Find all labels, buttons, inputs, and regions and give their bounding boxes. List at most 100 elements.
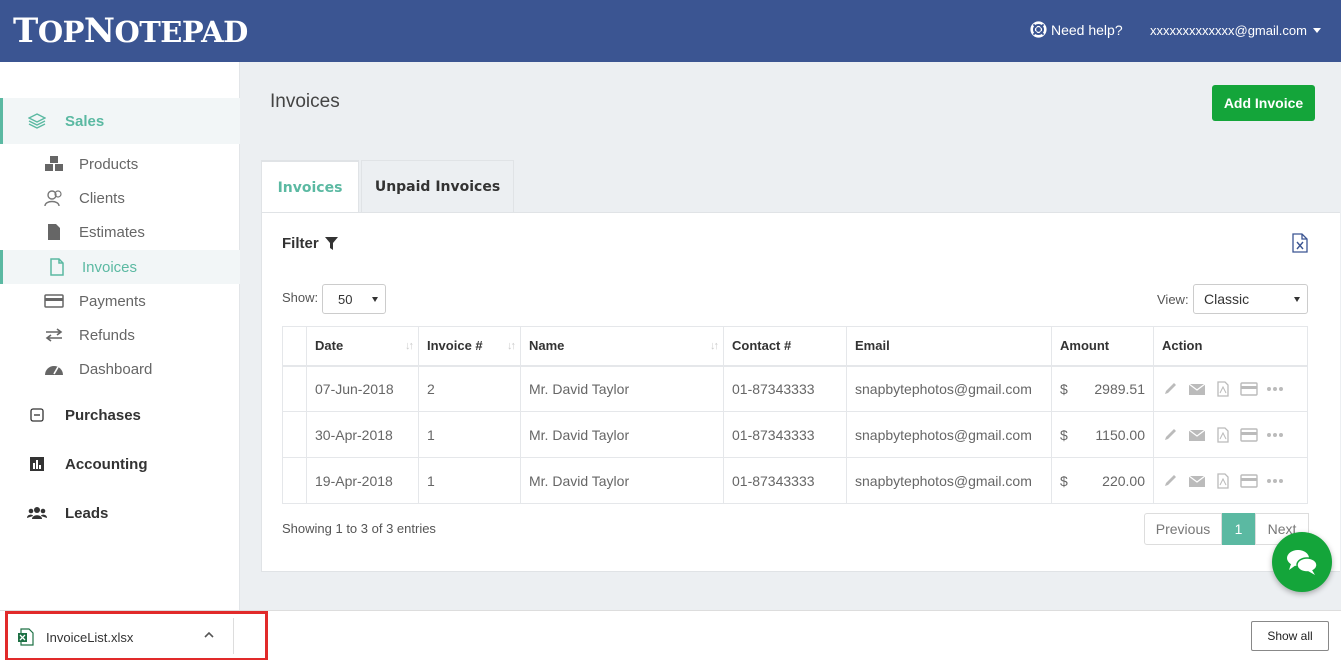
sidebar-item-label: Clients <box>79 189 125 207</box>
column-header-date[interactable]: Date ↓↑ <box>306 326 419 367</box>
download-separator <box>233 618 234 654</box>
row-select-header <box>282 326 307 367</box>
show-label: Show: <box>282 290 319 305</box>
column-header-amount: Amount <box>1051 326 1154 367</box>
cell-name: Mr. David Taylor <box>520 457 724 504</box>
app-logo[interactable]: TOPNOTEPAD <box>13 11 248 51</box>
pencil-icon[interactable] <box>1162 381 1180 397</box>
sidebar-item-refunds[interactable]: Refunds <box>0 318 240 352</box>
row-select-cell[interactable] <box>282 457 307 504</box>
users-icon <box>43 189 65 207</box>
cell-amount: $1150.00 <box>1051 411 1154 458</box>
cell-actions <box>1153 411 1308 458</box>
cell-email: snapbytephotos@gmail.com <box>846 457 1052 504</box>
pdf-icon[interactable] <box>1214 426 1232 443</box>
sidebar-section-label: Accounting <box>65 455 148 473</box>
file-icon <box>43 223 65 241</box>
sidebar-item-products[interactable]: Products <box>0 147 240 181</box>
sidebar-section-label: Leads <box>65 504 109 522</box>
view-select[interactable]: Classic <box>1193 284 1308 314</box>
envelope-icon[interactable] <box>1188 381 1206 397</box>
credit-card-icon <box>43 292 65 310</box>
table-row[interactable]: 30-Apr-2018 1 Mr. David Taylor 01-873433… <box>282 411 1308 458</box>
sidebar-section-accounting[interactable]: Accounting <box>0 441 240 487</box>
user-menu[interactable]: xxxxxxxxxxxxx@gmail.com <box>1150 23 1321 38</box>
table-row[interactable]: 07-Jun-2018 2 Mr. David Taylor 01-873433… <box>282 365 1308 412</box>
sidebar: Sales Products Clients Estimates Invoice… <box>0 62 240 610</box>
table-header-row: Date ↓↑ Invoice # ↓↑ Name ↓↑ Contact # Emai… <box>282 326 1308 367</box>
tab-invoices[interactable]: Invoices <box>261 160 359 213</box>
cell-email: snapbytephotos@gmail.com <box>846 365 1052 412</box>
cell-name: Mr. David Taylor <box>520 411 724 458</box>
view-label: View: <box>1157 292 1189 307</box>
excel-file-icon <box>18 628 34 646</box>
amount-value: 220.00 <box>1102 472 1145 489</box>
table-row[interactable]: 19-Apr-2018 1 Mr. David Taylor 01-873433… <box>282 457 1308 504</box>
cell-invoice: 1 <box>418 457 521 504</box>
row-select-cell[interactable] <box>282 365 307 412</box>
pencil-icon[interactable] <box>1162 427 1180 443</box>
cell-invoice: 1 <box>418 411 521 458</box>
caret-down-icon <box>1294 297 1300 302</box>
column-header-contact: Contact # <box>723 326 847 367</box>
need-help-link[interactable]: Need help? <box>1030 21 1123 38</box>
pagination-previous[interactable]: Previous <box>1144 513 1222 545</box>
sidebar-section-leads[interactable]: Leads <box>0 490 240 536</box>
download-item[interactable]: InvoiceList.xlsx <box>5 611 268 660</box>
excel-export-icon[interactable] <box>1292 233 1308 253</box>
pagination-page-1[interactable]: 1 <box>1222 513 1255 545</box>
invoices-table: Date ↓↑ Invoice # ↓↑ Name ↓↑ Contact # Emai… <box>282 326 1308 504</box>
column-header-invoice[interactable]: Invoice # ↓↑ <box>418 326 521 367</box>
column-header-action: Action <box>1153 326 1308 367</box>
cell-date: 07-Jun-2018 <box>306 365 419 412</box>
sidebar-item-dashboard[interactable]: Dashboard <box>0 352 240 386</box>
credit-card-icon[interactable] <box>1240 427 1258 443</box>
entries-info: Showing 1 to 3 of 3 entries <box>282 521 436 536</box>
file-outline-icon <box>46 258 68 276</box>
chevron-up-icon[interactable] <box>203 629 215 641</box>
sidebar-item-invoices[interactable]: Invoices <box>0 250 240 284</box>
minus-square-icon <box>26 406 48 424</box>
more-dots-icon[interactable] <box>1266 427 1284 443</box>
sidebar-item-payments[interactable]: Payments <box>0 284 240 318</box>
sidebar-section-sales[interactable]: Sales <box>0 98 240 144</box>
more-dots-icon[interactable] <box>1266 473 1284 489</box>
envelope-icon[interactable] <box>1188 473 1206 489</box>
cell-contact: 01-87343333 <box>723 411 847 458</box>
cell-amount: $220.00 <box>1051 457 1154 504</box>
sidebar-item-estimates[interactable]: Estimates <box>0 215 240 249</box>
pdf-icon[interactable] <box>1214 472 1232 489</box>
column-header-name[interactable]: Name ↓↑ <box>520 326 724 367</box>
page-size-select[interactable]: 50 <box>322 284 386 314</box>
need-help-label: Need help? <box>1051 21 1123 38</box>
cell-actions <box>1153 365 1308 412</box>
credit-card-icon[interactable] <box>1240 473 1258 489</box>
pdf-icon[interactable] <box>1214 381 1232 397</box>
chat-widget-button[interactable] <box>1272 532 1332 592</box>
pencil-icon[interactable] <box>1162 473 1180 489</box>
envelope-icon[interactable] <box>1188 427 1206 443</box>
user-email: xxxxxxxxxxxxx@gmail.com <box>1150 23 1307 38</box>
cell-invoice: 2 <box>418 365 521 412</box>
page-size-value: 50 <box>338 292 353 307</box>
row-select-cell[interactable] <box>282 411 307 458</box>
sidebar-item-label: Refunds <box>79 326 135 344</box>
cell-email: snapbytephotos@gmail.com <box>846 411 1052 458</box>
page-title: Invoices <box>270 91 340 112</box>
sidebar-item-clients[interactable]: Clients <box>0 181 240 215</box>
cell-date: 19-Apr-2018 <box>306 457 419 504</box>
show-all-downloads-button[interactable]: Show all <box>1251 621 1329 651</box>
filter-toggle[interactable]: Filter <box>282 235 338 252</box>
view-value: Classic <box>1204 291 1250 307</box>
layers-icon <box>26 112 48 130</box>
tab-unpaid-invoices[interactable]: Unpaid Invoices <box>361 160 514 213</box>
more-dots-icon[interactable] <box>1266 381 1284 397</box>
credit-card-icon[interactable] <box>1240 381 1258 397</box>
funnel-icon <box>324 237 338 250</box>
invoices-panel: Filter Show: 50 View: Classic Date ↓↑ Inv… <box>261 212 1340 572</box>
cell-amount: $2989.51 <box>1051 365 1154 412</box>
add-invoice-button[interactable]: Add Invoice <box>1212 85 1315 121</box>
sidebar-item-label: Payments <box>79 292 146 310</box>
sidebar-section-purchases[interactable]: Purchases <box>0 392 240 438</box>
sidebar-item-label: Estimates <box>79 223 145 241</box>
